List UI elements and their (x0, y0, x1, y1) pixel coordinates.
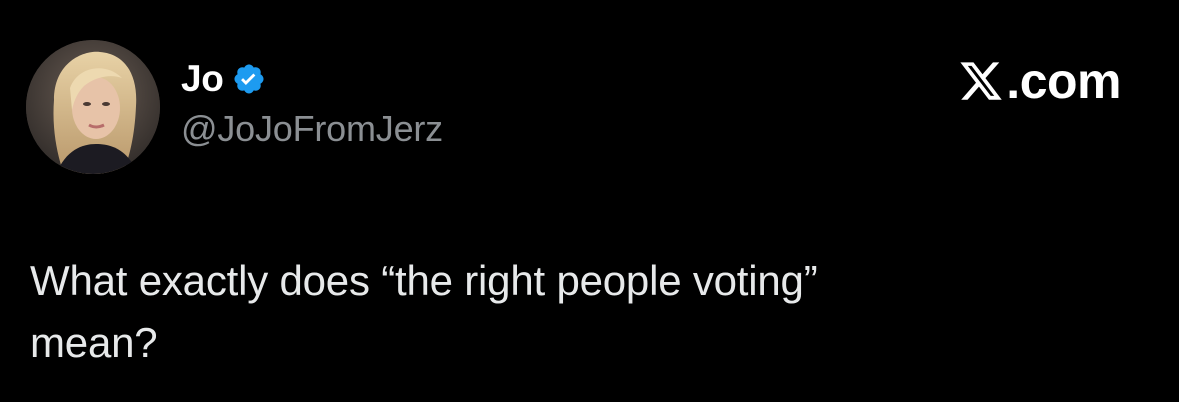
tweet-card: Jo @JoJoFromJerz .com What exactly does … (0, 0, 1179, 402)
user-handle[interactable]: @JoJoFromJerz (181, 108, 443, 150)
name-row: Jo (181, 54, 443, 104)
tweet-text: What exactly does “the right people voti… (30, 250, 1140, 374)
display-name[interactable]: Jo (181, 58, 224, 100)
author-block: Jo @JoJoFromJerz (181, 54, 443, 150)
verified-badge-icon (232, 62, 266, 96)
avatar[interactable] (26, 40, 160, 174)
tweet-text-line-2: mean? (30, 319, 158, 366)
x-logo-icon (958, 58, 1004, 104)
brand-label: .com (1006, 53, 1121, 109)
brand-watermark: .com (958, 52, 1121, 110)
tweet-text-line-1: What exactly does “the right people voti… (30, 257, 818, 304)
avatar-photo-icon (26, 40, 160, 174)
